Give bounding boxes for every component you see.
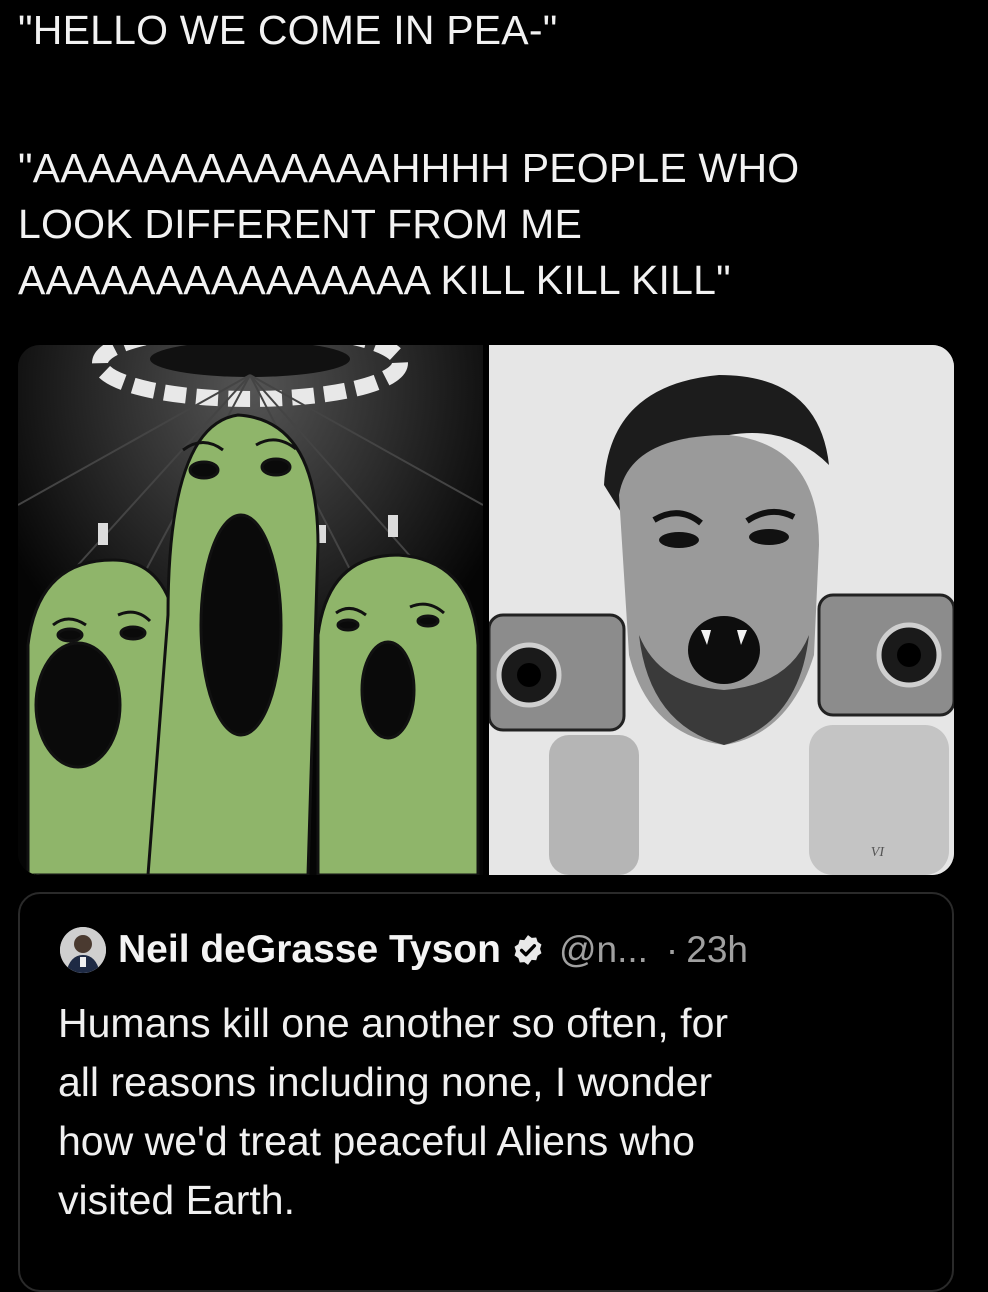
gunman-image[interactable]: VI (489, 345, 954, 875)
tweet-text-scream: "AAAAAAAAAAAAAHHHH PEOPLE WHO LOOK DIFFE… (18, 145, 800, 303)
verified-badge-icon (514, 935, 542, 965)
meta-separator: · (665, 929, 679, 970)
tweet-media[interactable]: VI (18, 345, 954, 875)
quoted-tweet-header: Neil deGrasse Tyson @n... · 23h (60, 922, 748, 978)
avatar[interactable] (60, 927, 106, 973)
alien-image[interactable] (18, 345, 483, 875)
quoted-timestamp[interactable]: 23h (686, 929, 748, 971)
quoted-tweet-card[interactable]: Neil deGrasse Tyson @n... · 23h Humans k… (18, 892, 954, 1292)
gunman-photo (489, 345, 954, 875)
tweet: "HELLO WE COME IN PEA-" "AAAAAAAAAAAAAHH… (0, 0, 988, 1292)
quoted-handle[interactable]: @n... (559, 929, 648, 971)
alien-illustration (18, 345, 483, 875)
right-pistol-icon (809, 593, 954, 875)
image-watermark: VI (870, 845, 884, 860)
quoted-display-name[interactable]: Neil deGrasse Tyson (118, 928, 501, 972)
tweet-text-greeting: "HELLO WE COME IN PEA-" (18, 7, 558, 53)
quoted-tweet-text: Humans kill one another so often, for al… (58, 1000, 729, 1223)
